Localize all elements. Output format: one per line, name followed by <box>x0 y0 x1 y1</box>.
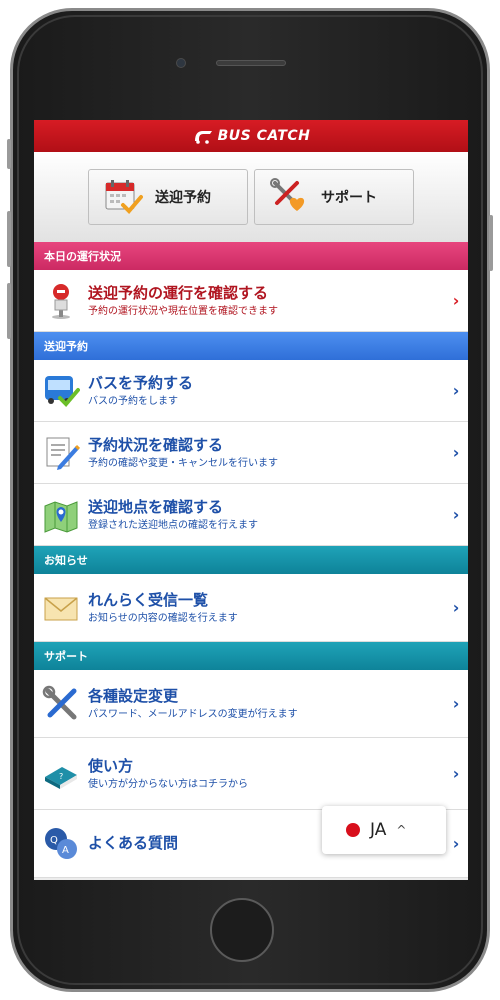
item-subtitle: バスの予約をします <box>88 395 178 407</box>
item-subtitle: お知らせの内容の確認を行えます <box>88 612 238 624</box>
section-support: サポート <box>34 642 468 670</box>
item-title: 送迎地点を確認する <box>88 497 224 516</box>
volume-down-button <box>7 283 11 339</box>
caret-up-icon: ^ <box>396 823 407 837</box>
section-today: 本日の運行状況 <box>34 242 468 270</box>
main-tabs: 送迎予約 サポート <box>34 152 468 242</box>
bus-logo-icon <box>192 128 214 144</box>
tab-support[interactable]: サポート <box>254 169 414 225</box>
bus-check-icon <box>42 372 80 410</box>
language-code: JA <box>370 820 387 840</box>
section-notice: お知らせ <box>34 546 468 574</box>
calendar-check-icon <box>103 177 143 217</box>
tab-support-label: サポート <box>321 190 377 206</box>
item-title: 使い方 <box>88 756 134 775</box>
operation-status-item[interactable]: 送迎予約の運行を確認する 予約の運行状況や現在位置を確認できます › <box>34 270 468 332</box>
item-title: バスを予約する <box>88 373 194 392</box>
document-pen-icon <box>42 434 81 472</box>
chevron-right-icon: › <box>452 381 460 400</box>
mute-switch <box>7 139 11 169</box>
item-subtitle: 登録された送迎地点の確認を行えます <box>88 519 258 531</box>
chevron-right-icon: › <box>452 598 460 617</box>
svg-text:Q: Q <box>50 835 58 846</box>
section-reservation: 送迎予約 <box>34 332 468 360</box>
app-screen: BUS CATCH 送迎予約 サポート 本日の運行状況 送迎予約の運行を確認する… <box>34 120 468 880</box>
chevron-right-icon: › <box>452 505 460 524</box>
book-icon: ? <box>42 755 80 793</box>
svg-text:?: ? <box>59 772 63 781</box>
item-title: 送迎予約の運行を確認する <box>88 283 269 302</box>
language-selector[interactable]: JA ^ <box>322 806 446 854</box>
tab-reservation[interactable]: 送迎予約 <box>88 169 248 225</box>
tab-reservation-label: 送迎予約 <box>155 190 211 206</box>
front-camera <box>176 58 186 68</box>
item-subtitle: 予約の運行状況や現在位置を確認できます <box>88 305 278 317</box>
earpiece-speaker <box>216 60 286 66</box>
tools-icon <box>42 685 80 723</box>
qa-icon: Q A <box>42 825 80 863</box>
reservation-status-item[interactable]: 予約状況を確認する 予約の確認や変更・キャンセルを行います › <box>34 422 468 484</box>
item-subtitle: パスワード、メールアドレスの変更が行えます <box>88 708 298 720</box>
volume-up-button <box>7 211 11 267</box>
item-subtitle: 使い方が分からない方はコチラから <box>88 778 248 790</box>
brand-logo: BUS CATCH <box>192 128 311 144</box>
item-title: 各種設定変更 <box>88 686 179 705</box>
brand-name: BUS CATCH <box>217 128 311 144</box>
item-subtitle: 予約の確認や変更・キャンセルを行います <box>88 457 278 469</box>
item-title: 予約状況を確認する <box>88 435 224 454</box>
item-title: れんらく受信一覧 <box>88 590 209 609</box>
chevron-right-icon: › <box>452 764 460 783</box>
settings-item[interactable]: 各種設定変更 パスワード、メールアドレスの変更が行えます › <box>34 670 468 738</box>
bus-stop-icon <box>42 282 80 320</box>
reserve-bus-item[interactable]: バスを予約する バスの予約をします › <box>34 360 468 422</box>
chevron-right-icon: › <box>452 834 460 853</box>
pickup-points-item[interactable]: 送迎地点を確認する 登録された送迎地点の確認を行えます › <box>34 484 468 546</box>
how-to-use-item[interactable]: ? 使い方 使い方が分からない方はコチラから › <box>34 738 468 810</box>
home-button[interactable] <box>210 898 274 962</box>
chevron-right-icon: › <box>452 694 460 713</box>
app-header: BUS CATCH <box>34 120 468 152</box>
map-pin-icon <box>42 496 80 534</box>
tools-heart-icon <box>269 177 309 217</box>
chevron-right-icon: › <box>452 291 460 310</box>
message-inbox-item[interactable]: れんらく受信一覧 お知らせの内容の確認を行えます › <box>34 574 468 642</box>
power-button <box>489 215 493 271</box>
chevron-right-icon: › <box>452 443 460 462</box>
japan-flag-icon <box>346 823 360 837</box>
svg-text:A: A <box>62 845 69 856</box>
envelope-icon <box>42 589 80 627</box>
